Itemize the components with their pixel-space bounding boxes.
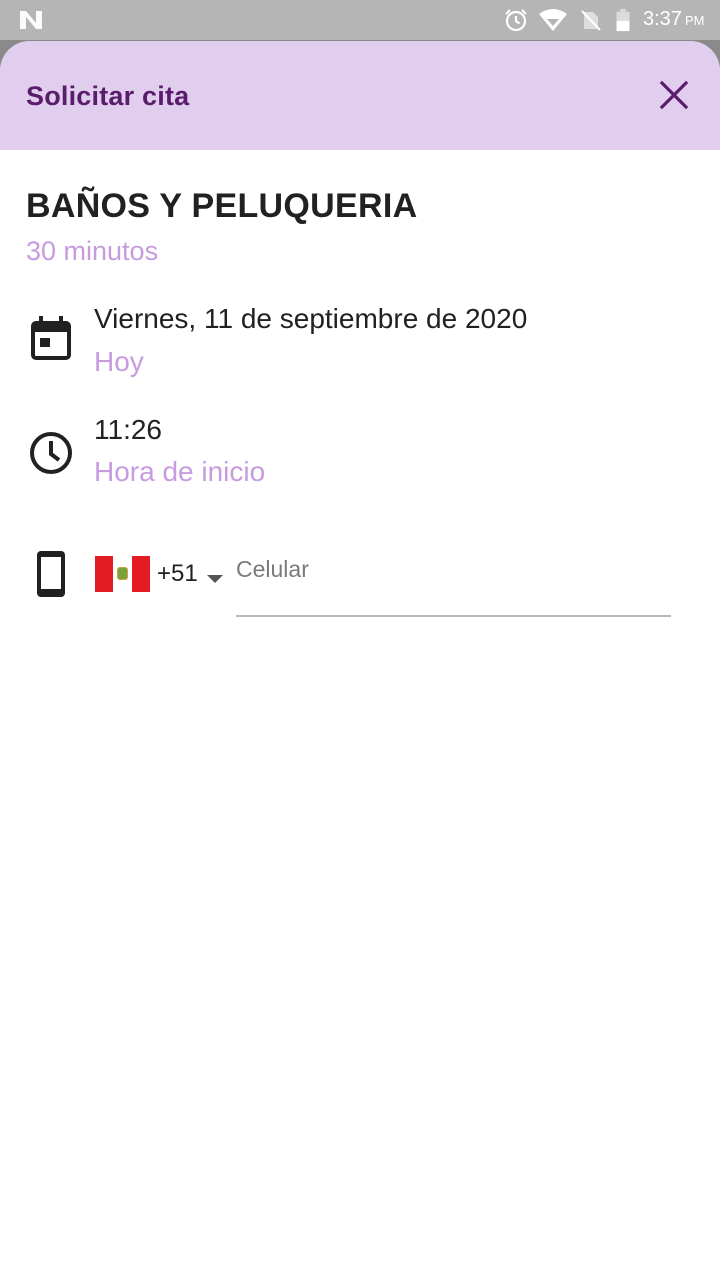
date-label: Hoy (94, 346, 144, 377)
n-logo-icon (20, 11, 42, 29)
service-duration: 30 minutos (26, 236, 159, 266)
battery-icon (616, 8, 630, 32)
status-time: 3:37 PM (643, 8, 705, 30)
dial-code[interactable]: +51 (157, 560, 198, 588)
time-label: Hora de inicio (94, 456, 266, 487)
no-sim-icon (581, 10, 601, 31)
status-bar: 3:37 PM (0, 0, 720, 40)
peru-flag-icon[interactable] (95, 556, 150, 592)
date-value[interactable]: Viernes, 11 de septiembre de 2020 (94, 303, 527, 335)
calendar-icon (31, 316, 71, 360)
sheet-title: Solicitar cita (26, 81, 190, 111)
alarm-icon (505, 9, 527, 32)
appointment-sheet: Solicitar cita BAÑOS Y PELUQUERIA 30 min… (0, 41, 720, 1280)
close-icon[interactable] (652, 73, 696, 117)
service-name: BAÑOS Y PELUQUERIA (26, 187, 418, 225)
wifi-icon (539, 9, 567, 31)
phone-input[interactable] (236, 551, 671, 617)
clock-icon (30, 432, 72, 474)
smartphone-icon (37, 551, 65, 597)
chevron-down-icon[interactable] (206, 574, 224, 584)
time-value[interactable]: 11:26 (94, 414, 162, 446)
sheet-header: Solicitar cita (0, 41, 720, 150)
